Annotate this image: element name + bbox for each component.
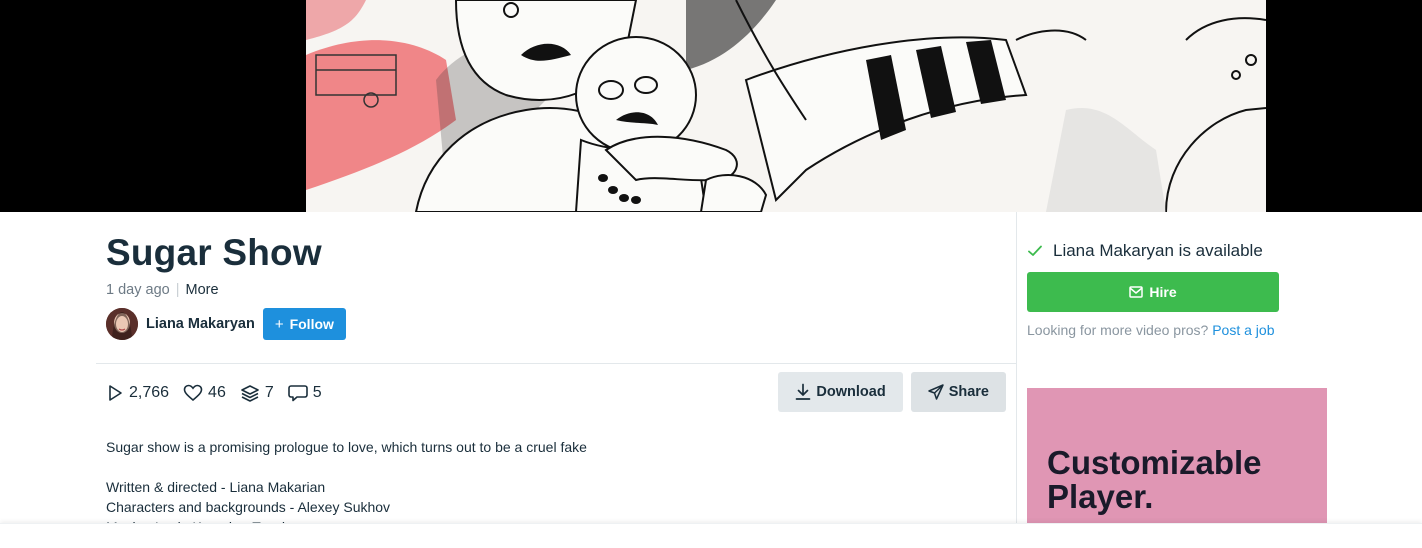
follow-label: Follow [289,316,334,332]
credit-line: Written & directed - Liana Makarian [106,479,326,495]
comment-icon [287,385,308,402]
sidebar-divider [1016,212,1017,548]
envelope-icon [1129,286,1144,298]
avatar[interactable] [106,308,138,340]
post-job-link[interactable]: Post a job [1212,322,1274,338]
clip-description: Sugar show is a promising prologue to lo… [106,437,587,537]
ad-line: Customizable [1047,444,1262,481]
page-title: Sugar Show [106,232,322,273]
paper-plane-icon [927,384,944,400]
clip-details: Sugar Show 1 day ago | More Liana Makary… [96,212,1016,548]
ad-headline: Customizable Player. [1047,446,1262,514]
bottom-edge [0,523,1422,548]
comments-count: 5 [312,384,322,401]
clip-actions: Download Share [770,372,1006,412]
availability-row: Liana Makaryan is available [1027,241,1263,261]
description-summary: Sugar show is a promising prologue to lo… [106,439,587,455]
download-icon [796,383,811,400]
collections-count: 7 [264,384,274,401]
checkmark-icon [1028,245,1042,256]
section-divider [96,363,1016,364]
credit-line: Characters and backgrounds - Alexey Sukh… [106,499,391,515]
upload-age: 1 day ago [106,282,170,298]
availability-text: Liana Makaryan is available [1053,241,1263,260]
owner-row: Liana Makaryan + Follow [106,308,346,340]
collections-stat[interactable]: 7 [240,384,274,402]
layers-icon [241,385,259,402]
plays-count: 2,766 [129,384,170,401]
video-frame-still[interactable] [306,0,1266,212]
follow-button[interactable]: + Follow [262,308,346,340]
video-player[interactable] [0,0,1422,212]
likes-stat[interactable]: 46 [183,384,226,402]
sidebar: Liana Makaryan is available Hire Looking… [1027,212,1327,548]
play-icon [109,385,122,401]
comments-stat[interactable]: 5 [287,384,322,402]
download-button[interactable]: Download [778,372,903,412]
meta-separator: | [175,282,180,298]
more-link[interactable]: More [185,282,218,298]
hire-button[interactable]: Hire [1027,272,1279,312]
download-label: Download [816,384,886,400]
animation-still-illustration [306,0,1266,212]
plus-icon: + [274,315,284,333]
share-label: Share [948,384,989,400]
avatar-portrait-icon [106,308,138,340]
hire-label: Hire [1149,284,1177,300]
heart-icon [183,384,203,402]
looking-text: Looking for more video pros? [1027,322,1209,338]
share-button[interactable]: Share [910,372,1006,412]
likes-count: 46 [208,384,226,401]
plays-stat[interactable]: 2,766 [106,384,169,402]
ad-line: Player. [1047,478,1154,515]
clip-meta: 1 day ago | More [106,282,219,298]
looking-for-pros: Looking for more video pros? Post a job [1027,322,1274,338]
owner-name-link[interactable]: Liana Makaryan [146,316,255,332]
stats-row: 2,766 46 7 5 [106,384,336,402]
